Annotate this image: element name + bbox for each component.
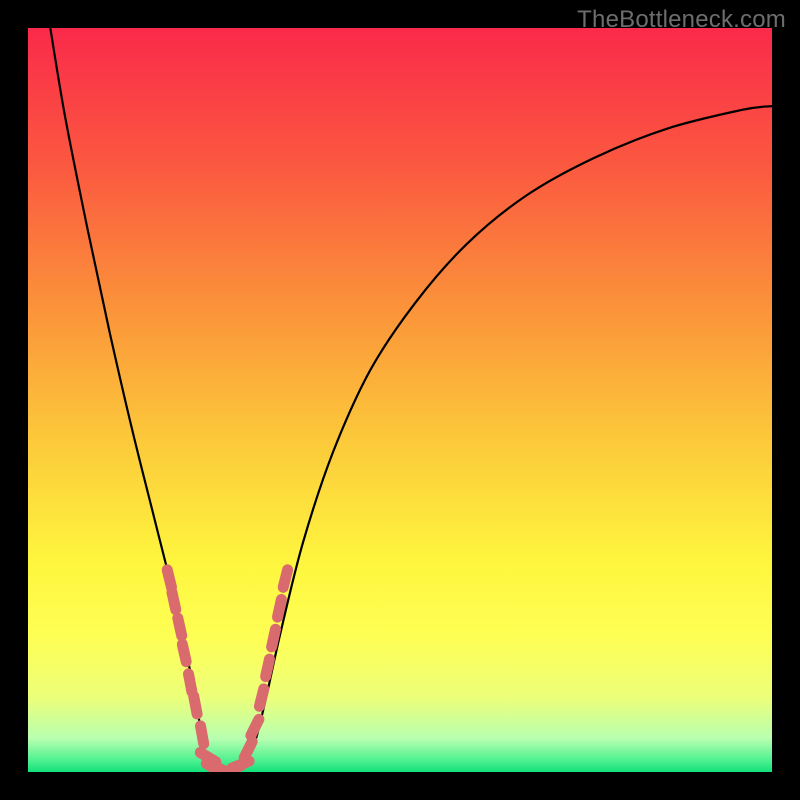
- bead: [194, 696, 197, 714]
- sample-beads: [167, 570, 287, 772]
- plot-area: [28, 28, 772, 772]
- bead: [266, 659, 270, 677]
- bead: [259, 689, 263, 706]
- bead: [189, 674, 192, 692]
- bead: [201, 726, 204, 744]
- bead: [272, 629, 276, 647]
- chart-frame: TheBottleneck.com: [0, 0, 800, 800]
- bead: [178, 618, 182, 636]
- bead: [182, 644, 186, 662]
- bead: [172, 592, 176, 610]
- bead: [283, 570, 287, 588]
- bead: [167, 570, 171, 588]
- bottleneck-curve: [50, 28, 772, 772]
- bead: [244, 742, 252, 758]
- bead: [278, 600, 282, 618]
- watermark-text: TheBottleneck.com: [577, 6, 786, 34]
- curve-layer: [28, 28, 772, 772]
- bead: [251, 719, 259, 735]
